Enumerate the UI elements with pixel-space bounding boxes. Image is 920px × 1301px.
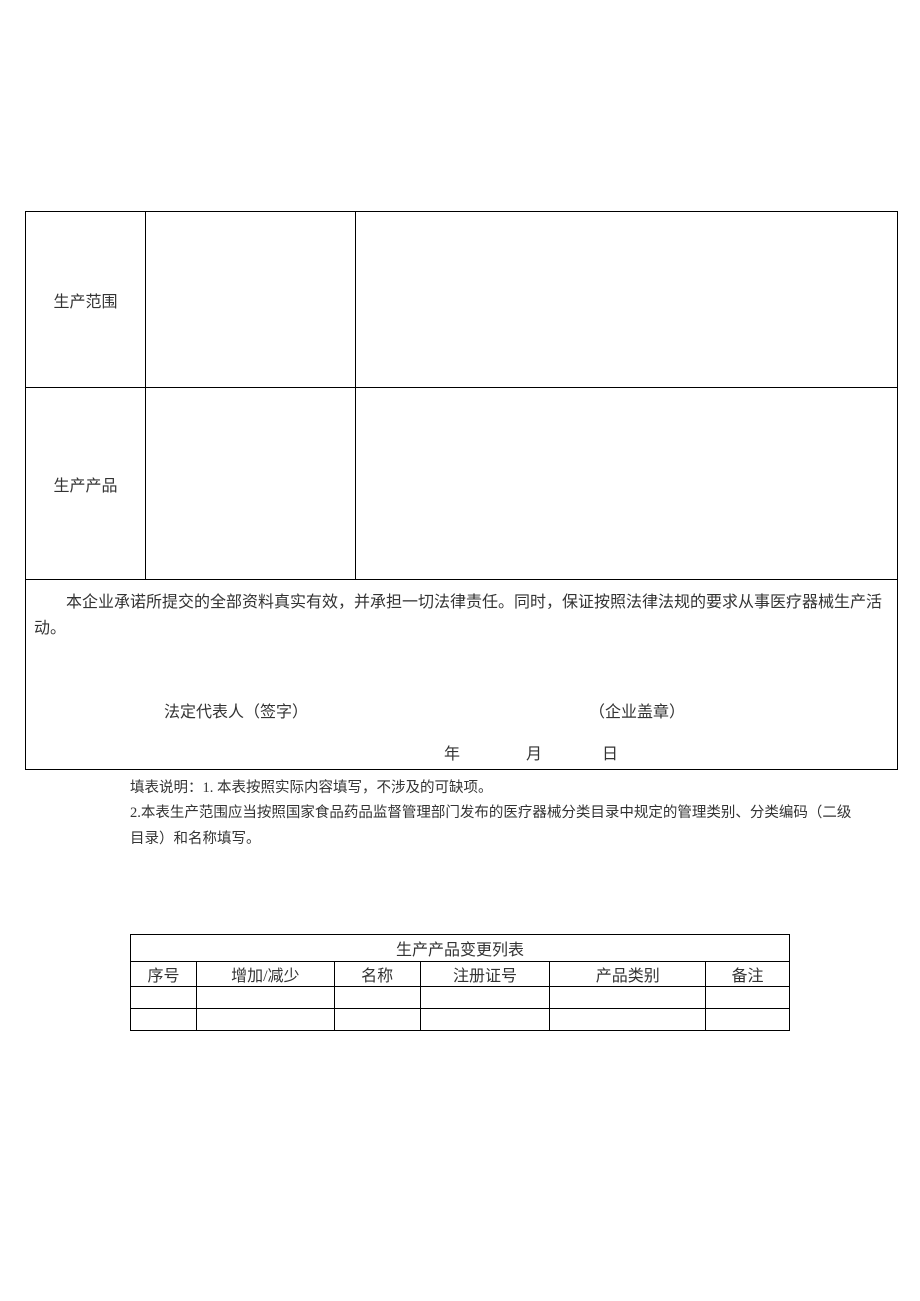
cell-scope-col2[interactable] — [146, 212, 356, 388]
cell-change[interactable] — [196, 987, 334, 1009]
row-production-scope: 生产范围 — [26, 212, 898, 388]
row-production-product: 生产产品 — [26, 388, 898, 580]
table-row — [131, 987, 790, 1009]
cell-category[interactable] — [550, 987, 706, 1009]
cell-cert[interactable] — [420, 987, 550, 1009]
note-line-1: 填表说明：1. 本表按照实际内容填写，不涉及的可缺项。 — [130, 776, 860, 801]
table-row — [131, 1009, 790, 1031]
cell-commitment: 本企业承诺所提交的全部资料真实有效，并承担一切法律责任。同时，保证按照法律法规的… — [26, 580, 898, 770]
label-production-product: 生产产品 — [26, 388, 146, 580]
form-notes: 填表说明：1. 本表按照实际内容填写，不涉及的可缺项。 2.本表生产范围应当按照… — [130, 776, 860, 852]
date-month-label: 月 — [526, 740, 542, 764]
commitment-text: 本企业承诺所提交的全部资料真实有效，并承担一切法律责任。同时，保证按照法律法规的… — [34, 590, 889, 641]
label-production-scope: 生产范围 — [26, 212, 146, 388]
change-table-title-row: 生产产品变更列表 — [131, 935, 790, 962]
main-form-table: 生产范围 生产产品 本企业承诺所提交的全部资料真实有效，并承担一切法律责任。同时… — [25, 211, 898, 770]
header-remark: 备注 — [706, 962, 790, 987]
cell-remark[interactable] — [706, 1009, 790, 1031]
cell-cert[interactable] — [420, 1009, 550, 1031]
cell-name[interactable] — [334, 1009, 420, 1031]
header-seq: 序号 — [131, 962, 197, 987]
row-commitment: 本企业承诺所提交的全部资料真实有效，并承担一切法律责任。同时，保证按照法律法规的… — [26, 580, 898, 770]
header-name: 名称 — [334, 962, 420, 987]
cell-category[interactable] — [550, 1009, 706, 1031]
legal-rep-signature-label: 法定代表人（签字） — [164, 698, 308, 722]
cell-remark[interactable] — [706, 987, 790, 1009]
cell-change[interactable] — [196, 1009, 334, 1031]
header-category: 产品类别 — [550, 962, 706, 987]
cell-product-col3[interactable] — [356, 388, 898, 580]
date-year-label: 年 — [444, 740, 460, 764]
company-stamp-label: （企业盖章） — [589, 698, 685, 722]
cell-scope-col3[interactable] — [356, 212, 898, 388]
change-table-header-row: 序号 增加/减少 名称 注册证号 产品类别 备注 — [131, 962, 790, 987]
note-line-2: 2.本表生产范围应当按照国家食品药品监督管理部门发布的医疗器械分类目录中规定的管… — [130, 801, 860, 852]
commitment-body: 本企业承诺所提交的全部资料真实有效，并承担一切法律责任。同时，保证按照法律法规的… — [34, 594, 882, 637]
cell-name[interactable] — [334, 987, 420, 1009]
header-change: 增加/减少 — [196, 962, 334, 987]
document-page: 生产范围 生产产品 本企业承诺所提交的全部资料真实有效，并承担一切法律责任。同时… — [0, 211, 920, 1031]
product-change-table: 生产产品变更列表 序号 增加/减少 名称 注册证号 产品类别 备注 — [130, 934, 790, 1031]
date-day-label: 日 — [602, 740, 618, 764]
change-table-title: 生产产品变更列表 — [131, 935, 790, 962]
cell-product-col2[interactable] — [146, 388, 356, 580]
cell-seq[interactable] — [131, 987, 197, 1009]
cell-seq[interactable] — [131, 1009, 197, 1031]
header-cert: 注册证号 — [420, 962, 550, 987]
